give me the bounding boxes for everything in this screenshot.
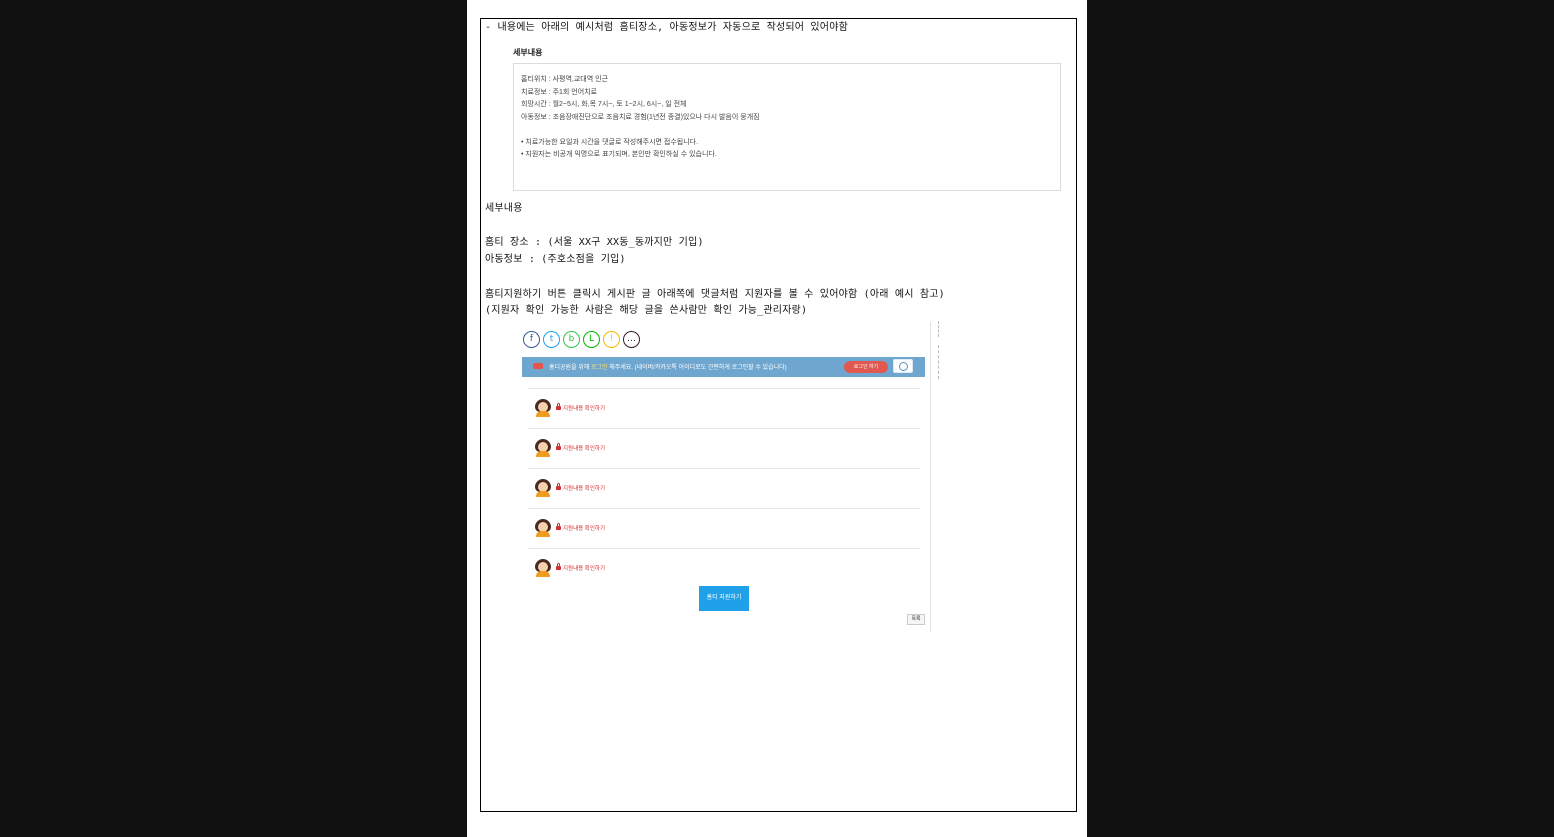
banner-text: 홈디공원을 위해 로그인 해주세요. (네이버/카카오톡 아이디로도 간편하게 …	[549, 365, 787, 371]
comment-divider	[528, 468, 920, 469]
view-application-link[interactable]: 지원내용 확인하기	[563, 444, 605, 452]
kakaostory-icon[interactable]: !	[603, 331, 620, 348]
example-heading: 세부내용	[513, 48, 543, 57]
dashed-guide	[938, 321, 939, 337]
example-note-apply: • 치료가능한 요일과 시간을 댓글로 작성해주시면 접수됩니다.	[521, 139, 699, 146]
avatar	[534, 479, 552, 497]
intro-line: - 내용에는 아래의 예시처럼 홈티장소, 아동정보가 자동으로 작성되어 있어…	[485, 22, 849, 33]
lock-icon	[556, 563, 561, 570]
requirement-line-2: (지원자 확인 가능한 사람은 해당 글을 쓴사람만 확인 가능_관리자랑)	[485, 305, 808, 316]
lock-icon	[556, 403, 561, 410]
twitter-icon[interactable]: t	[543, 331, 560, 348]
line-icon[interactable]: L	[583, 331, 600, 348]
example-line-therapy: 치료정보 : 주1회 언어치료	[521, 89, 598, 96]
avatar	[534, 559, 552, 577]
requirement-line-1: 홈티지원하기 버튼 클릭시 게시판 글 아래쪽에 댓글처럼 지원자를 볼 수 있…	[485, 289, 945, 300]
avatar	[534, 399, 552, 417]
list-button[interactable]: 목록	[907, 614, 925, 625]
example-line-time: 희망시간 : 월2~5시, 화,목 7시~, 토 1~2시, 6시~, 일 전체	[521, 101, 687, 108]
login-button[interactable]: 로그인 하기	[844, 361, 888, 373]
avatar	[534, 439, 552, 457]
band-icon[interactable]: b	[563, 331, 580, 348]
comment-divider	[528, 508, 920, 509]
view-application-link[interactable]: 지원내용 확인하기	[563, 484, 605, 492]
kakaotalk-icon[interactable]: …	[623, 331, 640, 348]
example-line-child: 아동정보 : 조음장애진단으로 조음치료 경험(1년전 종결)있으나 다시 발음…	[521, 114, 760, 121]
lock-icon	[556, 483, 561, 490]
comment-divider	[528, 428, 920, 429]
tip-tag	[533, 363, 543, 369]
template-heading: 세부내용	[485, 203, 523, 214]
example-line-location: 홈티위치 : 사평역,교대역 인근	[521, 76, 609, 83]
comment-divider	[528, 388, 920, 389]
view-application-link[interactable]: 지원내용 확인하기	[563, 404, 605, 412]
view-application-link[interactable]: 지원내용 확인하기	[563, 524, 605, 532]
avatar	[534, 519, 552, 537]
dashed-guide	[938, 345, 939, 379]
apply-hometutor-button[interactable]: 홈티 지원하기	[699, 586, 749, 611]
monitor-icon	[893, 359, 913, 373]
lock-icon	[556, 523, 561, 530]
template-place: 홈티 장소 : (서울 XX구 XX동_동까지만 기입)	[485, 237, 704, 248]
template-child: 아동정보 : (주호소점을 기입)	[485, 254, 626, 265]
example-note-private: • 지원자는 비공개 익명으로 표기되며, 본인만 확인하실 수 있습니다.	[521, 151, 717, 158]
lock-icon	[556, 443, 561, 450]
facebook-icon[interactable]: f	[523, 331, 540, 348]
comment-divider	[528, 548, 920, 549]
view-application-link[interactable]: 지원내용 확인하기	[563, 564, 605, 572]
